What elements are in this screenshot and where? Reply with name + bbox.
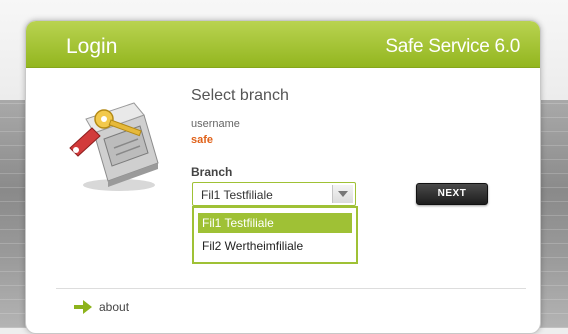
branch-option-fil1[interactable]: Fil1 Testfiliale bbox=[198, 213, 352, 233]
panel-header: Login Safe Service 6.0 bbox=[26, 21, 540, 68]
section-title: Select branch bbox=[191, 87, 289, 104]
chevron-down-icon[interactable] bbox=[332, 185, 353, 203]
footer-divider bbox=[56, 288, 526, 289]
next-button[interactable]: NEXT bbox=[416, 183, 488, 205]
username-label: username bbox=[191, 118, 240, 130]
branch-dropdown-list: Fil1 Testfiliale Fil2 Wertheimfiliale bbox=[192, 206, 358, 264]
branch-select-value: Fil1 Testfiliale bbox=[201, 188, 273, 202]
username-value: safe bbox=[191, 134, 214, 146]
about-label: about bbox=[99, 300, 130, 314]
branch-label: Branch bbox=[191, 165, 233, 179]
page-title: Login bbox=[66, 35, 118, 58]
branch-select[interactable]: Fil1 Testfiliale bbox=[192, 182, 356, 206]
app-title: Safe Service 6.0 bbox=[385, 36, 520, 57]
branch-option-fil2[interactable]: Fil2 Wertheimfiliale bbox=[198, 236, 352, 256]
arrow-right-icon bbox=[74, 300, 92, 314]
safe-with-key-icon bbox=[64, 93, 164, 193]
about-link[interactable]: about bbox=[74, 299, 129, 315]
login-panel: Login Safe Service 6.0 Select branch use… bbox=[25, 20, 541, 334]
